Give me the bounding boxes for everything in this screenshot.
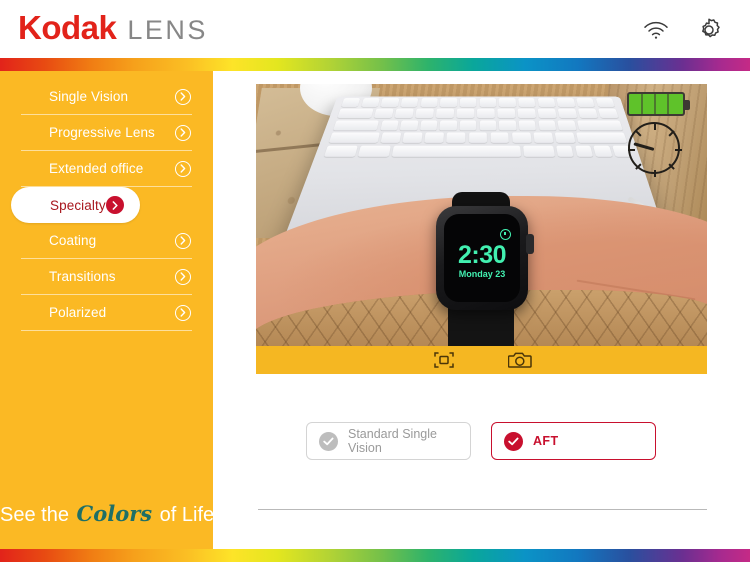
sidebar-item-label: Specialty [50,197,106,213]
product-name: LENS [127,15,208,45]
watch-screen: 2:30 Monday 23 [444,214,520,302]
sidebar-item-label: Coating [49,233,97,248]
chevron-right-icon [175,88,191,105]
option-label: AFT [533,434,559,448]
focus-frame-icon[interactable] [430,349,458,371]
laptop-keyboard [301,98,656,205]
sidebar: Single Vision Progressive Lens Extended … [0,71,215,549]
rainbow-strip-top [0,58,750,71]
sidebar-item-label: Transitions [49,269,116,284]
section-divider [258,509,707,510]
wifi-icon[interactable] [639,13,673,47]
sidebar-item-coating[interactable]: Coating [21,223,192,259]
check-circle-icon [504,431,523,451]
watch-crown [526,234,534,254]
chevron-right-icon [175,232,191,249]
sidebar-item-extended-office[interactable]: Extended office [21,151,192,187]
rainbow-strip-bottom [0,549,750,562]
clock-dial-icon [628,122,682,177]
tagline-part2: of Life [159,504,215,526]
sidebar-item-label: Single Vision [49,89,129,104]
app-header: Kodak LENS [0,0,750,58]
dial-needle [633,142,655,151]
chevron-right-icon [105,196,124,214]
lens-preview-image[interactable]: 2:30 Monday 23 [256,84,707,374]
preview-scene: 2:30 Monday 23 [256,84,707,374]
brand-name: Kodak [18,9,117,46]
check-circle-icon [319,431,338,451]
watch-time: 2:30 [457,241,507,269]
tagline-part1: See the [0,504,69,526]
camera-icon[interactable] [506,349,534,371]
tagline: See the Colors of Life [0,501,215,527]
sidebar-active-pill[interactable]: Specialty [11,187,140,223]
gear-icon[interactable] [692,13,726,47]
battery-full-icon [627,92,690,116]
alarm-icon [500,229,511,240]
preview-toolbar [256,346,707,374]
sidebar-nav: Single Vision Progressive Lens Extended … [0,79,213,331]
watch-date: Monday 23 [458,269,506,279]
main-content: 2:30 Monday 23 Standard Single Vision AF… [213,71,750,549]
chevron-right-icon [175,304,191,321]
sidebar-item-progressive-lens[interactable]: Progressive Lens [21,115,192,151]
chevron-right-icon [175,124,191,141]
sidebar-item-specialty[interactable]: Specialty [0,187,213,223]
sidebar-item-polarized[interactable]: Polarized [21,295,192,331]
tagline-script-word: Colors [76,501,153,526]
sidebar-item-transitions[interactable]: Transitions [21,259,192,295]
option-standard-single-vision[interactable]: Standard Single Vision [306,422,471,460]
sidebar-item-label: Polarized [49,305,107,320]
chevron-right-icon [175,268,191,285]
sidebar-item-label: Progressive Lens [49,125,155,140]
option-aft[interactable]: AFT [491,422,656,460]
kodak-lens-logo: Kodak LENS [18,9,208,47]
chevron-right-icon [175,160,191,177]
option-label: Standard Single Vision [348,427,437,455]
sidebar-item-label: Extended office [49,161,144,176]
sidebar-item-single-vision[interactable]: Single Vision [21,79,192,115]
lens-option-group: Standard Single Vision AFT [213,419,750,467]
